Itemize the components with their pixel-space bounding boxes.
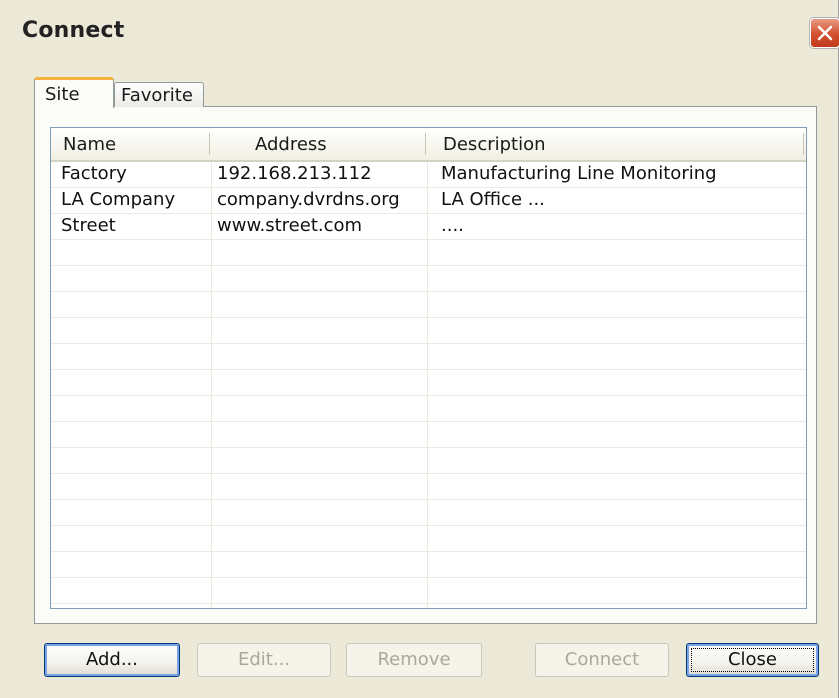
cell-name: LA Company [61, 189, 176, 210]
empty-row [51, 448, 806, 474]
empty-row [51, 578, 806, 604]
list-rows: Factory 192.168.213.112 Manufacturing Li… [51, 162, 806, 604]
cell-address: www.street.com [217, 215, 363, 236]
tab-favorite-label: Favorite [121, 85, 193, 106]
cell-description: LA Office ... [441, 189, 545, 210]
tab-site-label: Site [45, 84, 80, 105]
empty-row [51, 292, 806, 318]
cell-description: Manufacturing Line Monitoring [441, 163, 717, 184]
remove-button-label: Remove [377, 649, 451, 670]
empty-row [51, 526, 806, 552]
empty-row [51, 474, 806, 500]
title-bar: Connect [0, 0, 839, 56]
cell-description: .... [441, 215, 464, 236]
cell-address: company.dvrdns.org [217, 189, 400, 210]
window-title: Connect [22, 18, 125, 43]
column-header-address[interactable]: Address [255, 134, 327, 155]
empty-row [51, 370, 806, 396]
empty-row [51, 422, 806, 448]
list-row[interactable]: Factory 192.168.213.112 Manufacturing Li… [51, 162, 806, 188]
add-button-label: Add... [85, 649, 138, 670]
list-row[interactable]: Street www.street.com .... [51, 214, 806, 240]
column-divider[interactable] [425, 133, 426, 155]
empty-row [51, 396, 806, 422]
remove-button[interactable]: Remove [346, 643, 482, 677]
cell-name: Street [61, 215, 116, 236]
list-row[interactable]: LA Company company.dvrdns.org LA Office … [51, 188, 806, 214]
empty-row [51, 318, 806, 344]
close-icon [817, 25, 833, 41]
connect-button[interactable]: Connect [535, 643, 669, 677]
empty-row [51, 344, 806, 370]
close-button[interactable]: Close [686, 643, 819, 677]
tab-favorite[interactable]: Favorite [114, 82, 204, 107]
column-divider[interactable] [803, 133, 804, 155]
cell-address: 192.168.213.112 [217, 163, 372, 184]
edit-button-label: Edit... [237, 649, 291, 670]
column-divider[interactable] [209, 133, 210, 155]
empty-row [51, 240, 806, 266]
add-button[interactable]: Add... [44, 643, 180, 677]
cell-name: Factory [61, 163, 127, 184]
empty-row [51, 500, 806, 526]
list-header: Name Address Description [51, 128, 806, 162]
column-header-description[interactable]: Description [443, 134, 546, 155]
connect-button-label: Connect [564, 649, 640, 670]
close-window-button[interactable] [810, 18, 839, 48]
column-header-name[interactable]: Name [63, 134, 116, 155]
tab-site[interactable]: Site [34, 77, 114, 108]
empty-row [51, 552, 806, 578]
connect-dialog: Connect Site Favorite Name Address Descr… [0, 0, 839, 698]
site-list[interactable]: Name Address Description Factory 192.168… [50, 127, 807, 609]
focus-ring [691, 648, 814, 672]
empty-row [51, 266, 806, 292]
edit-button[interactable]: Edit... [197, 643, 331, 677]
